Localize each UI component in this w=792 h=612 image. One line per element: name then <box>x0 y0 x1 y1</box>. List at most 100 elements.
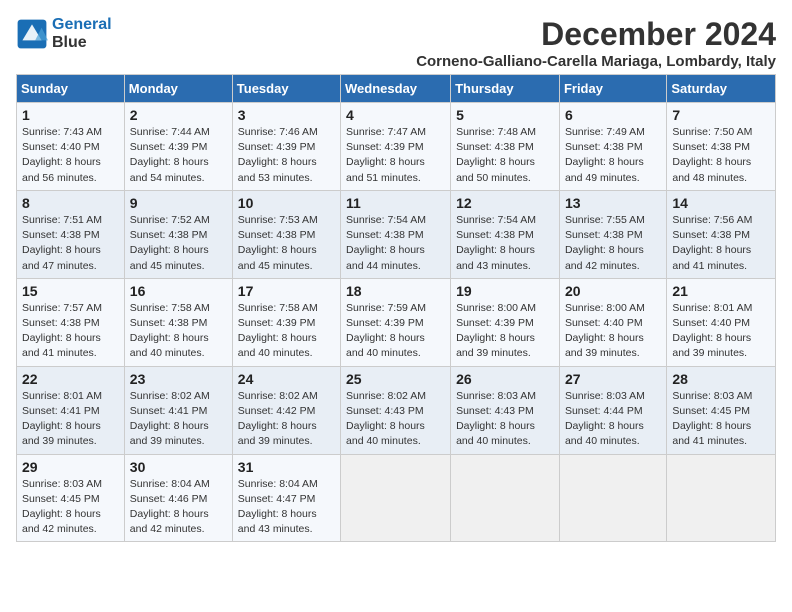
weekday-header-row: Sunday Monday Tuesday Wednesday Thursday… <box>17 75 776 103</box>
day-number: 14 <box>672 195 770 211</box>
day-number: 9 <box>130 195 227 211</box>
day-number: 12 <box>456 195 554 211</box>
calendar-cell: 15 Sunrise: 7:57 AM Sunset: 4:38 PM Dayl… <box>17 278 125 366</box>
day-info: Sunrise: 7:47 AM Sunset: 4:39 PM Dayligh… <box>346 125 445 186</box>
calendar-cell: 19 Sunrise: 8:00 AM Sunset: 4:39 PM Dayl… <box>451 278 560 366</box>
day-number: 5 <box>456 107 554 123</box>
day-number: 20 <box>565 283 661 299</box>
day-info: Sunrise: 8:03 AM Sunset: 4:44 PM Dayligh… <box>565 389 661 450</box>
calendar-table: Sunday Monday Tuesday Wednesday Thursday… <box>16 74 776 542</box>
day-number: 4 <box>346 107 445 123</box>
day-info: Sunrise: 7:58 AM Sunset: 4:38 PM Dayligh… <box>130 301 227 362</box>
day-info: Sunrise: 7:49 AM Sunset: 4:38 PM Dayligh… <box>565 125 661 186</box>
day-number: 24 <box>238 371 335 387</box>
calendar-cell: 24 Sunrise: 8:02 AM Sunset: 4:42 PM Dayl… <box>232 366 340 454</box>
calendar-cell: 3 Sunrise: 7:46 AM Sunset: 4:39 PM Dayli… <box>232 103 340 191</box>
day-info: Sunrise: 7:51 AM Sunset: 4:38 PM Dayligh… <box>22 213 119 274</box>
day-number: 3 <box>238 107 335 123</box>
day-number: 11 <box>346 195 445 211</box>
calendar-cell <box>559 454 666 542</box>
day-number: 27 <box>565 371 661 387</box>
day-info: Sunrise: 7:44 AM Sunset: 4:39 PM Dayligh… <box>130 125 227 186</box>
calendar-cell: 7 Sunrise: 7:50 AM Sunset: 4:38 PM Dayli… <box>667 103 776 191</box>
day-info: Sunrise: 8:01 AM Sunset: 4:40 PM Dayligh… <box>672 301 770 362</box>
title-area: December 2024 Corneno-Galliano-Carella M… <box>416 16 776 70</box>
calendar-cell: 20 Sunrise: 8:00 AM Sunset: 4:40 PM Dayl… <box>559 278 666 366</box>
calendar-cell: 10 Sunrise: 7:53 AM Sunset: 4:38 PM Dayl… <box>232 190 340 278</box>
day-info: Sunrise: 7:46 AM Sunset: 4:39 PM Dayligh… <box>238 125 335 186</box>
day-info: Sunrise: 8:03 AM Sunset: 4:45 PM Dayligh… <box>672 389 770 450</box>
calendar-cell: 18 Sunrise: 7:59 AM Sunset: 4:39 PM Dayl… <box>341 278 451 366</box>
calendar-week-row: 8 Sunrise: 7:51 AM Sunset: 4:38 PM Dayli… <box>17 190 776 278</box>
header-friday: Friday <box>559 75 666 103</box>
day-number: 2 <box>130 107 227 123</box>
day-info: Sunrise: 8:00 AM Sunset: 4:39 PM Dayligh… <box>456 301 554 362</box>
calendar-cell: 14 Sunrise: 7:56 AM Sunset: 4:38 PM Dayl… <box>667 190 776 278</box>
day-number: 13 <box>565 195 661 211</box>
day-info: Sunrise: 7:56 AM Sunset: 4:38 PM Dayligh… <box>672 213 770 274</box>
calendar-week-row: 15 Sunrise: 7:57 AM Sunset: 4:38 PM Dayl… <box>17 278 776 366</box>
day-number: 21 <box>672 283 770 299</box>
day-number: 10 <box>238 195 335 211</box>
day-number: 28 <box>672 371 770 387</box>
day-number: 1 <box>22 107 119 123</box>
calendar-week-row: 1 Sunrise: 7:43 AM Sunset: 4:40 PM Dayli… <box>17 103 776 191</box>
calendar-cell: 23 Sunrise: 8:02 AM Sunset: 4:41 PM Dayl… <box>124 366 232 454</box>
day-info: Sunrise: 7:54 AM Sunset: 4:38 PM Dayligh… <box>456 213 554 274</box>
day-info: Sunrise: 7:48 AM Sunset: 4:38 PM Dayligh… <box>456 125 554 186</box>
day-info: Sunrise: 8:04 AM Sunset: 4:46 PM Dayligh… <box>130 477 227 538</box>
day-info: Sunrise: 7:59 AM Sunset: 4:39 PM Dayligh… <box>346 301 445 362</box>
calendar-cell: 6 Sunrise: 7:49 AM Sunset: 4:38 PM Dayli… <box>559 103 666 191</box>
calendar-cell: 26 Sunrise: 8:03 AM Sunset: 4:43 PM Dayl… <box>451 366 560 454</box>
day-info: Sunrise: 7:50 AM Sunset: 4:38 PM Dayligh… <box>672 125 770 186</box>
calendar-cell: 9 Sunrise: 7:52 AM Sunset: 4:38 PM Dayli… <box>124 190 232 278</box>
calendar-cell: 27 Sunrise: 8:03 AM Sunset: 4:44 PM Dayl… <box>559 366 666 454</box>
day-number: 23 <box>130 371 227 387</box>
day-info: Sunrise: 8:02 AM Sunset: 4:43 PM Dayligh… <box>346 389 445 450</box>
calendar-cell: 22 Sunrise: 8:01 AM Sunset: 4:41 PM Dayl… <box>17 366 125 454</box>
day-info: Sunrise: 7:52 AM Sunset: 4:38 PM Dayligh… <box>130 213 227 274</box>
header-tuesday: Tuesday <box>232 75 340 103</box>
day-info: Sunrise: 7:55 AM Sunset: 4:38 PM Dayligh… <box>565 213 661 274</box>
calendar-cell: 28 Sunrise: 8:03 AM Sunset: 4:45 PM Dayl… <box>667 366 776 454</box>
calendar-cell: 13 Sunrise: 7:55 AM Sunset: 4:38 PM Dayl… <box>559 190 666 278</box>
day-info: Sunrise: 7:53 AM Sunset: 4:38 PM Dayligh… <box>238 213 335 274</box>
day-number: 6 <box>565 107 661 123</box>
calendar-week-row: 22 Sunrise: 8:01 AM Sunset: 4:41 PM Dayl… <box>17 366 776 454</box>
day-number: 22 <box>22 371 119 387</box>
day-number: 17 <box>238 283 335 299</box>
header-thursday: Thursday <box>451 75 560 103</box>
day-number: 25 <box>346 371 445 387</box>
day-number: 19 <box>456 283 554 299</box>
calendar-cell: 25 Sunrise: 8:02 AM Sunset: 4:43 PM Dayl… <box>341 366 451 454</box>
day-info: Sunrise: 8:03 AM Sunset: 4:43 PM Dayligh… <box>456 389 554 450</box>
calendar-cell: 4 Sunrise: 7:47 AM Sunset: 4:39 PM Dayli… <box>341 103 451 191</box>
month-year-title: December 2024 <box>416 16 776 53</box>
day-number: 29 <box>22 459 119 475</box>
calendar-cell: 1 Sunrise: 7:43 AM Sunset: 4:40 PM Dayli… <box>17 103 125 191</box>
calendar-cell <box>451 454 560 542</box>
day-number: 18 <box>346 283 445 299</box>
day-info: Sunrise: 8:02 AM Sunset: 4:42 PM Dayligh… <box>238 389 335 450</box>
day-number: 30 <box>130 459 227 475</box>
day-number: 8 <box>22 195 119 211</box>
page-header: General Blue December 2024 Corneno-Galli… <box>16 16 776 70</box>
calendar-cell: 5 Sunrise: 7:48 AM Sunset: 4:38 PM Dayli… <box>451 103 560 191</box>
day-number: 26 <box>456 371 554 387</box>
logo-name-general: General <box>52 16 112 34</box>
calendar-cell: 11 Sunrise: 7:54 AM Sunset: 4:38 PM Dayl… <box>341 190 451 278</box>
day-info: Sunrise: 7:54 AM Sunset: 4:38 PM Dayligh… <box>346 213 445 274</box>
calendar-cell: 17 Sunrise: 7:58 AM Sunset: 4:39 PM Dayl… <box>232 278 340 366</box>
day-number: 15 <box>22 283 119 299</box>
day-info: Sunrise: 7:58 AM Sunset: 4:39 PM Dayligh… <box>238 301 335 362</box>
day-info: Sunrise: 8:01 AM Sunset: 4:41 PM Dayligh… <box>22 389 119 450</box>
day-info: Sunrise: 7:57 AM Sunset: 4:38 PM Dayligh… <box>22 301 119 362</box>
logo-icon <box>16 18 48 50</box>
header-sunday: Sunday <box>17 75 125 103</box>
header-wednesday: Wednesday <box>341 75 451 103</box>
logo-text: General Blue <box>52 16 112 52</box>
logo-name-blue: Blue <box>52 34 112 52</box>
day-info: Sunrise: 7:43 AM Sunset: 4:40 PM Dayligh… <box>22 125 119 186</box>
calendar-cell <box>341 454 451 542</box>
calendar-week-row: 29 Sunrise: 8:03 AM Sunset: 4:45 PM Dayl… <box>17 454 776 542</box>
